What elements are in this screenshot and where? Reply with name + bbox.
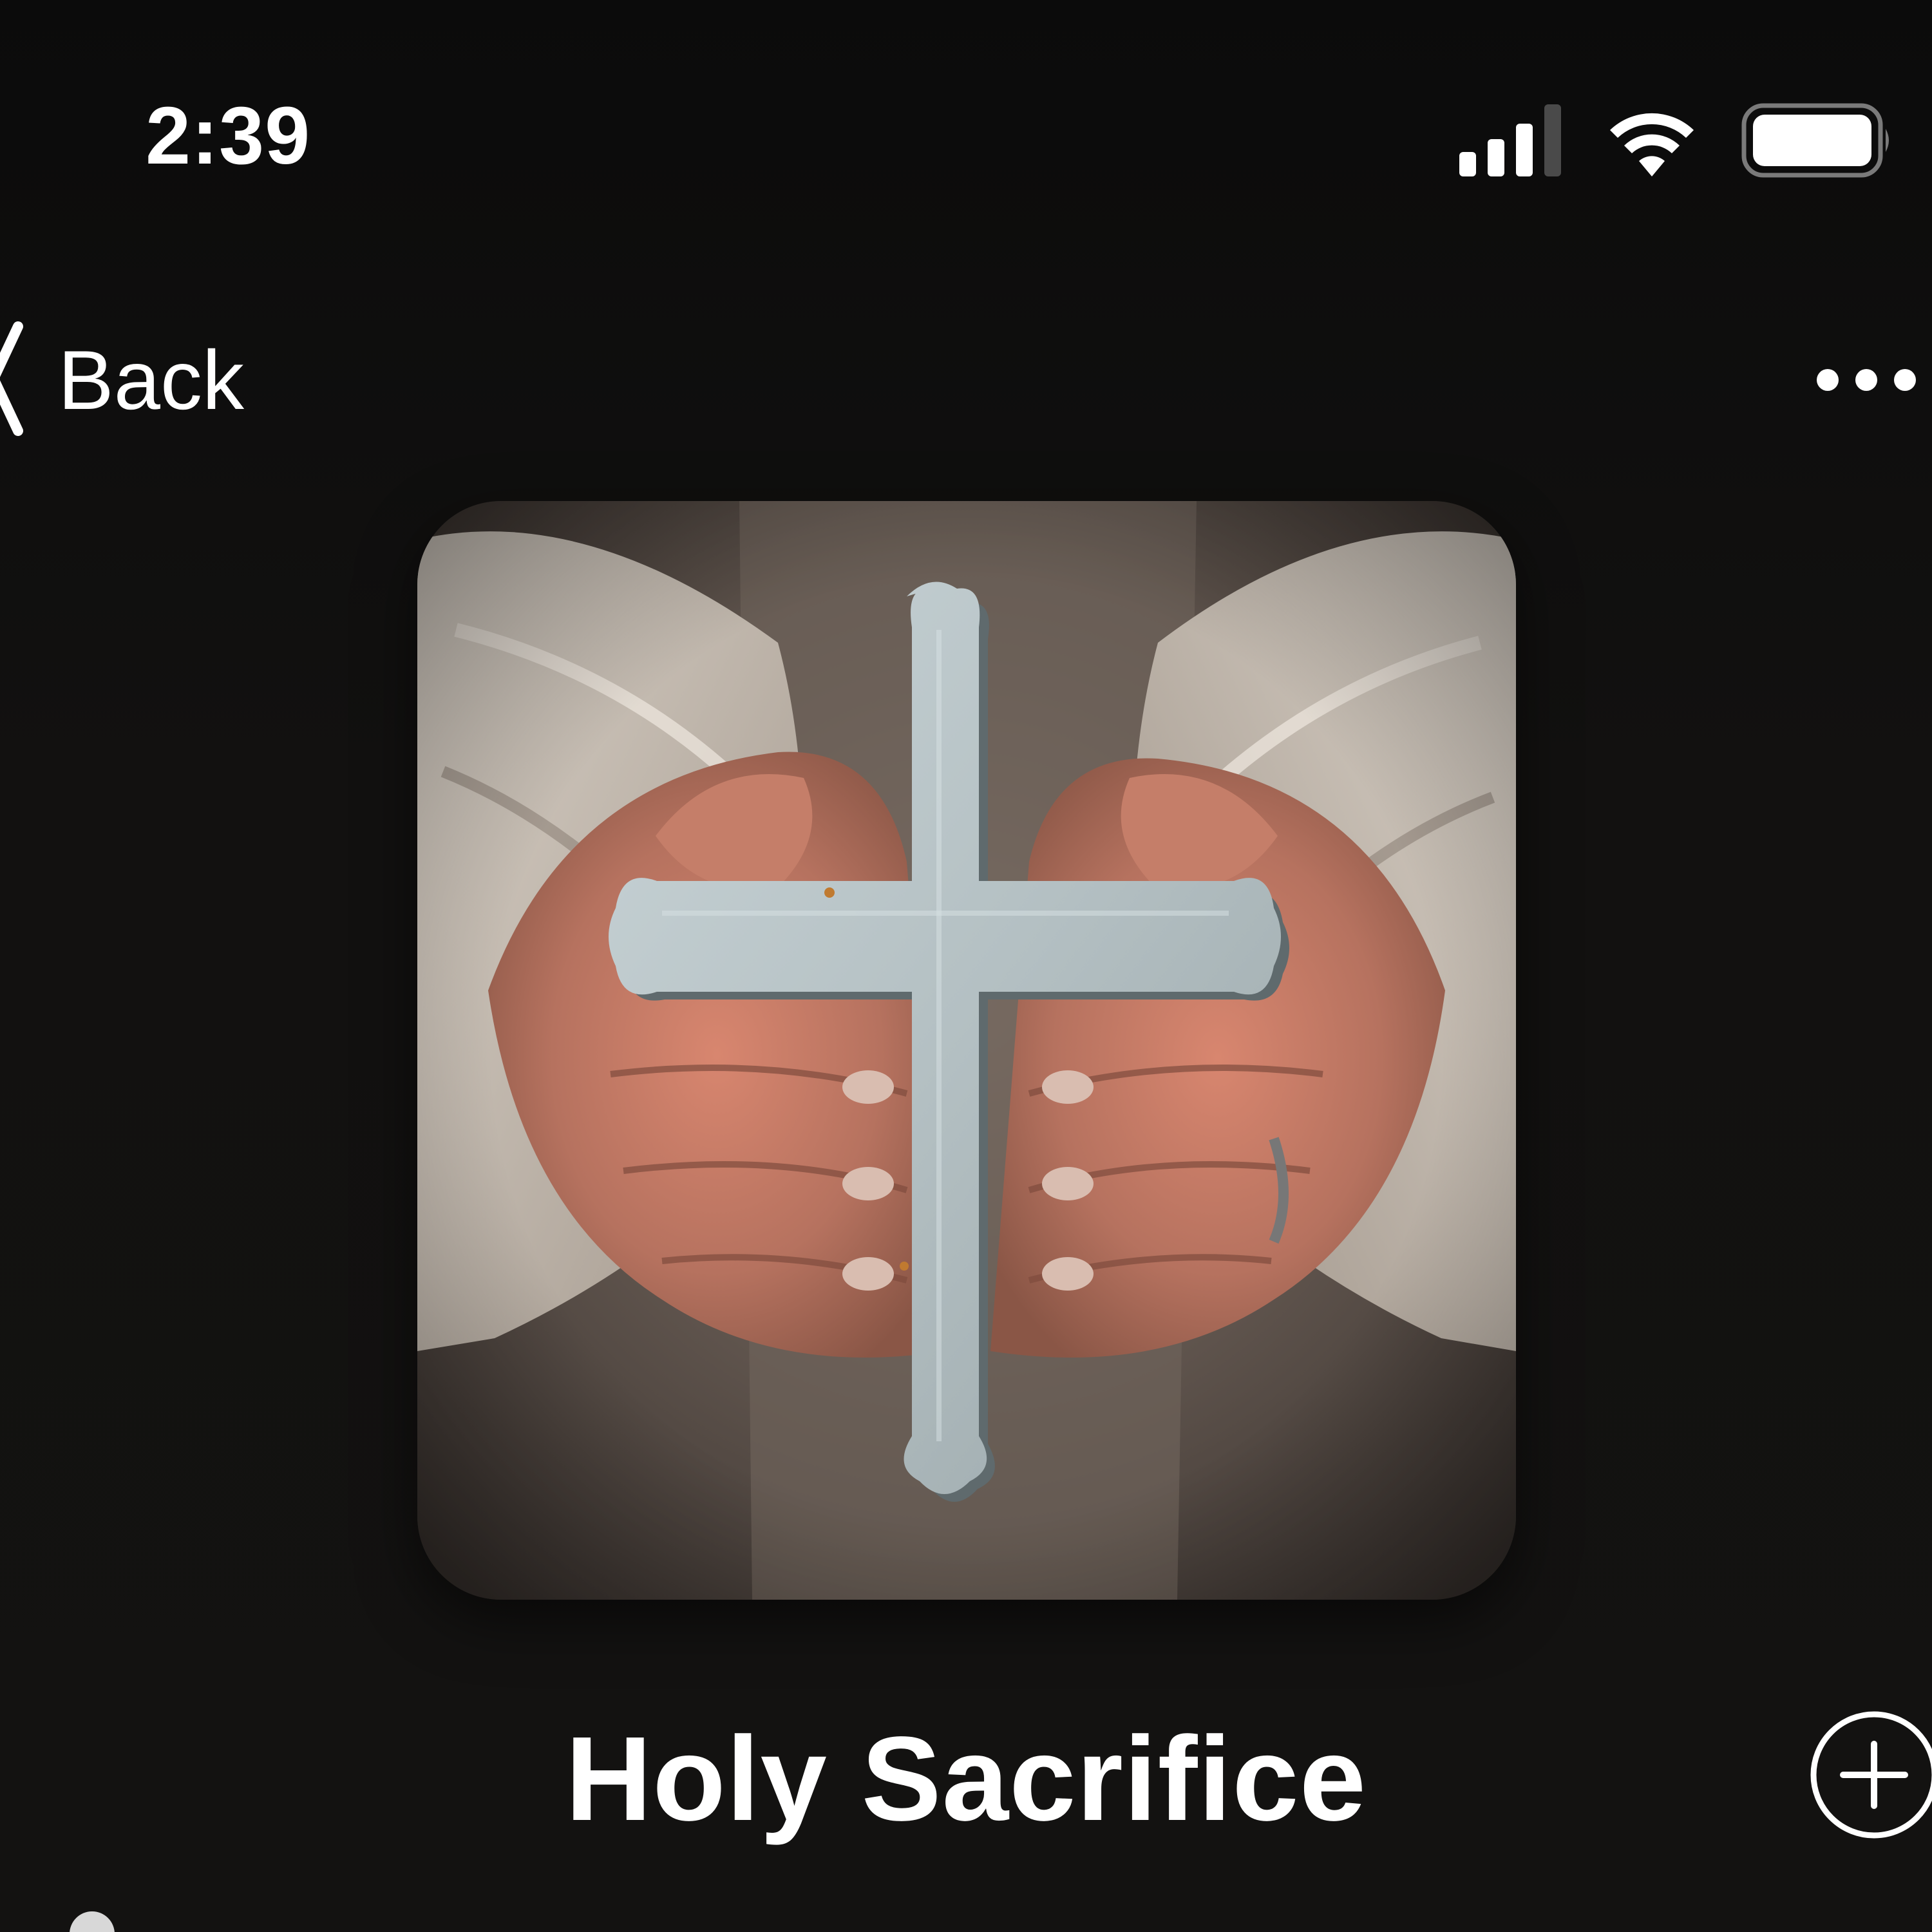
- cross-artwork: [417, 501, 1516, 1600]
- more-options-button[interactable]: [1810, 354, 1932, 406]
- ellipsis-icon: [1817, 369, 1916, 391]
- wifi-icon: [1605, 104, 1699, 176]
- partial-content-edge: [70, 1911, 115, 1932]
- playlist-screen: 2:39 Back Holy Sacrifice: [0, 0, 1932, 1932]
- playlist-artwork: [417, 501, 1516, 1600]
- cellular-signal-icon: [1459, 103, 1566, 178]
- back-button[interactable]: Back: [0, 303, 244, 457]
- add-button[interactable]: [1808, 1709, 1932, 1841]
- nav-bar: Back: [0, 303, 1932, 457]
- playlist-title: Holy Sacrifice: [565, 1712, 1367, 1846]
- battery-icon: [1741, 103, 1893, 178]
- plus-circle-icon: [1810, 1711, 1932, 1839]
- title-row: Holy Sacrifice: [0, 1700, 1932, 1855]
- status-time: 2:39: [146, 90, 311, 181]
- status-icons: [1459, 103, 1893, 178]
- status-bar: 2:39: [0, 0, 1932, 213]
- chevron-left-icon: [0, 317, 26, 443]
- back-label: Back: [58, 333, 245, 427]
